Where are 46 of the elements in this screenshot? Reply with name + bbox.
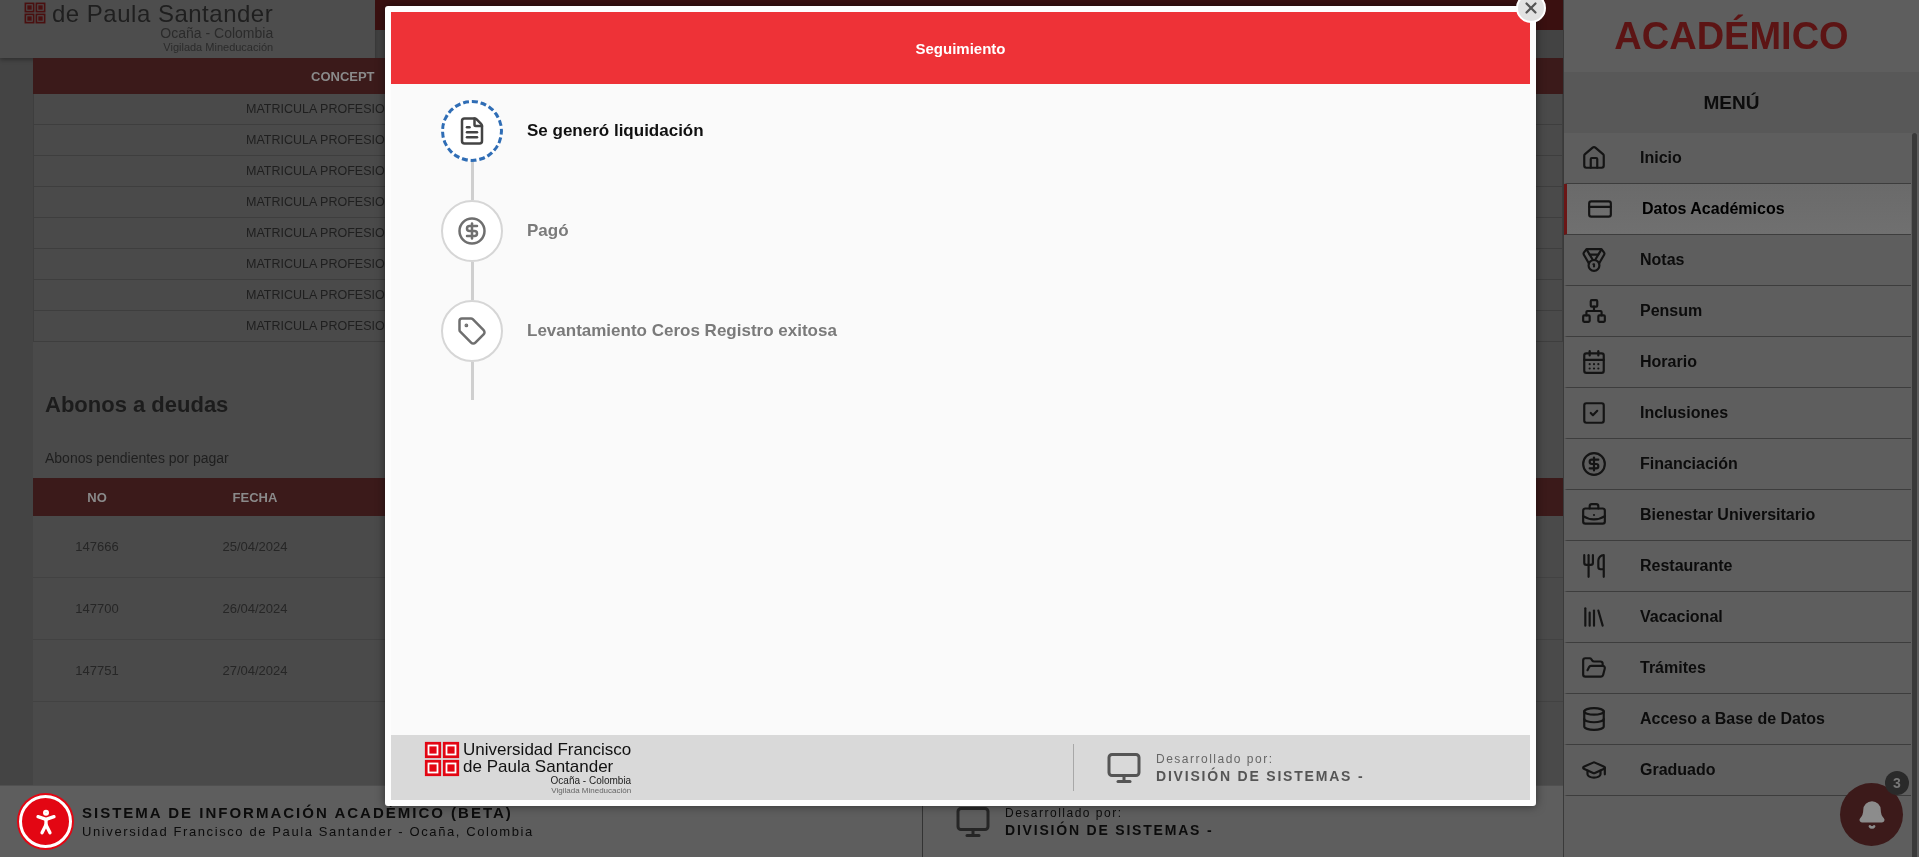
dialog-title: Seguimiento [391,12,1530,84]
menu-item[interactable]: Inclusiones [1564,388,1911,439]
dollar-icon [457,216,487,246]
scrollbar[interactable] [1912,133,1917,857]
menu-item[interactable]: Trámites [1564,643,1911,694]
calendar-icon [1581,349,1607,375]
tag-icon [457,316,487,346]
accessibility-button[interactable] [19,795,72,848]
column-header: FECHA [161,478,349,516]
folder-icon [1581,655,1607,681]
database-icon [1581,706,1607,732]
column-header: NO [33,478,161,516]
step-label: Pagó [527,220,569,242]
briefcase-icon [1581,502,1607,528]
medal-icon [1581,247,1607,273]
university-name: Universidad Francisco [463,740,632,758]
location-text: Ocaña - Colombia [550,774,632,786]
menu-item[interactable]: Bienestar Universitario [1564,490,1911,541]
menu-item[interactable]: Financiación [1564,439,1911,490]
menu-item[interactable]: Notas [1564,235,1911,286]
system-title: SISTEMA DE INFORMACIÓN ACADÉMICO (BETA) [82,804,514,821]
university-name: de Paula Santander [463,757,614,775]
system-subtitle: Universidad Francisco de Paula Santander - Ocaña, Colombia [82,824,535,839]
menu-title: MENÚ [1564,72,1919,133]
tagline-text: Vigilada Mineducación [551,785,632,795]
utensils-icon [1581,553,1607,579]
checkbox-icon [1581,400,1607,426]
close-icon [1522,0,1540,17]
dollar-icon [1581,451,1607,477]
menu-item[interactable]: Horario [1564,337,1911,388]
notification-count: 3 [1885,771,1909,795]
books-icon [1581,604,1607,630]
menu-item[interactable]: Pensum [1564,286,1911,337]
step-label: Levantamiento Ceros Registro exitosa [527,320,837,342]
menu-item[interactable]: Datos Académicos [1564,184,1911,235]
hierarchy-icon [1581,298,1607,324]
developed-by-label: Desarrollado por: [1005,805,1124,820]
developer-name: DIVISIÓN DE SISTEMAS - [1156,767,1365,784]
menu-item[interactable]: Restaurante [1564,541,1911,592]
brand-title: ACADÉMICO [1613,13,1850,59]
developer-name: DIVISIÓN DE SISTEMAS - [1005,821,1214,838]
home-icon [1581,145,1607,171]
logo-icon [424,740,460,777]
menu-item[interactable]: Vacacional [1564,592,1911,643]
menu-item[interactable]: Acceso a Base de Datos [1564,694,1911,745]
developed-by-label: Desarrollado por: [1156,751,1275,766]
